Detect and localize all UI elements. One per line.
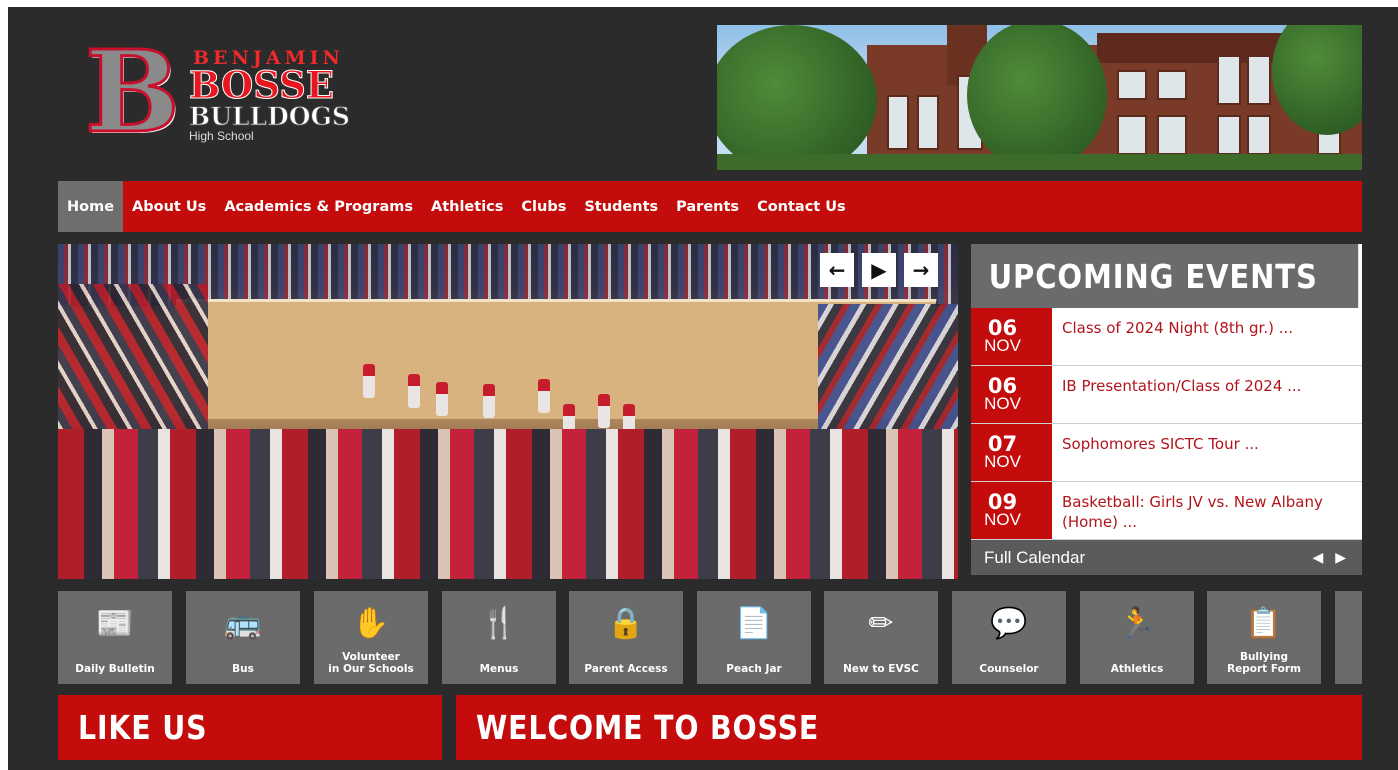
event-date: 06 NOV (971, 308, 1052, 365)
clipboard-icon: 📋 (1245, 606, 1283, 641)
events-next-icon[interactable]: ▶ (1335, 550, 1346, 566)
bus-icon: 🚌 (224, 606, 262, 641)
quick-link-label: Bullying Report Form (1227, 651, 1301, 675)
welcome-title: WELCOME TO BOSSE (476, 708, 820, 747)
slider-controls: ← ▶ → (812, 249, 956, 289)
quick-link-label: Athletics (1110, 663, 1164, 675)
school-logo[interactable]: B BENJAMIN BOSSE BULLDOGS High School (84, 27, 380, 158)
slider-prev-button[interactable]: ← (820, 253, 854, 287)
quick-link-parent-access[interactable]: 🔒 Parent Access (569, 591, 683, 684)
quick-link-new-to-evsc[interactable]: ✏ New to EVSC (824, 591, 938, 684)
quick-link-daily-bulletin[interactable]: 📰 Daily Bulletin (58, 591, 172, 684)
slider-next-button[interactable]: → (904, 253, 938, 287)
nav-parents[interactable]: Parents (667, 181, 748, 232)
quick-link-bus[interactable]: 🚌 Bus (186, 591, 300, 684)
quick-link-label: Bus (232, 663, 254, 675)
like-us-title: LIKE US (78, 708, 208, 747)
event-date: 06 NOV (971, 366, 1052, 423)
logo-subtitle: High School (189, 129, 254, 143)
quick-link-partial[interactable] (1335, 591, 1362, 684)
event-item[interactable]: 06 NOV IB Presentation/Class of 2024 ... (971, 366, 1362, 424)
pencil-ruler-icon: ✏ (868, 606, 894, 641)
event-item[interactable]: 09 NOV Basketball: Girls JV vs. New Alba… (971, 482, 1362, 540)
quick-link-peach-jar[interactable]: 📄 Peach Jar (697, 591, 811, 684)
event-month: NOV (984, 336, 1021, 355)
events-pager: ◀ ▶ (1312, 550, 1362, 566)
nav-contact-us[interactable]: Contact Us (748, 181, 855, 232)
quick-link-label: Daily Bulletin (75, 663, 155, 675)
event-title[interactable]: Class of 2024 Night (8th gr.) ... (1052, 308, 1362, 365)
event-item[interactable]: 06 NOV Class of 2024 Night (8th gr.) ... (971, 308, 1362, 366)
event-title[interactable]: Sophomores SICTC Tour ... (1052, 424, 1362, 481)
newspaper-icon: 📰 (96, 606, 134, 641)
nav-students[interactable]: Students (575, 181, 667, 232)
chat-bubbles-icon: 💬 (990, 606, 1028, 641)
quick-link-bullying-report[interactable]: 📋 Bullying Report Form (1207, 591, 1321, 684)
nav-about-us[interactable]: About Us (123, 181, 215, 232)
quick-link-label: Parent Access (584, 663, 668, 675)
upcoming-events-panel: UPCOMING EVENTS 06 NOV Class of 2024 Nig… (971, 244, 1362, 575)
event-date: 07 NOV (971, 424, 1052, 481)
quick-link-label: New to EVSC (843, 663, 919, 675)
quick-link-menus[interactable]: 🍴 Menus (442, 591, 556, 684)
full-calendar-link[interactable]: Full Calendar (984, 548, 1085, 568)
logo-mascot: BULLDOGS (189, 102, 351, 131)
hand-icon: ✋ (352, 606, 390, 641)
nav-clubs[interactable]: Clubs (512, 181, 575, 232)
like-us-header: LIKE US (58, 695, 442, 760)
event-month: NOV (984, 394, 1021, 413)
event-title[interactable]: IB Presentation/Class of 2024 ... (1052, 366, 1362, 423)
quick-link-label: Counselor (979, 663, 1039, 675)
nav-home[interactable]: Home (58, 181, 124, 232)
slider-play-button[interactable]: ▶ (862, 253, 896, 287)
quick-link-counselor[interactable]: 💬 Counselor (952, 591, 1066, 684)
event-item[interactable]: 07 NOV Sophomores SICTC Tour ... (971, 424, 1362, 482)
events-title: UPCOMING EVENTS (971, 244, 1359, 308)
quick-link-volunteer[interactable]: ✋ Volunteer in Our Schools (314, 591, 428, 684)
logo-letter: B (84, 27, 182, 158)
events-footer: Full Calendar ◀ ▶ (971, 540, 1362, 575)
quick-link-label: Menus (479, 663, 519, 675)
logo-last-name: BOSSE (188, 63, 335, 107)
quick-link-label: Peach Jar (726, 663, 782, 675)
header-building-photo (717, 25, 1362, 170)
nav-athletics[interactable]: Athletics (422, 181, 512, 232)
event-month: NOV (984, 510, 1021, 529)
runner-icon: 🏃 (1118, 606, 1156, 641)
lock-icon: 🔒 (607, 606, 645, 641)
quick-link-label: Volunteer in Our Schools (328, 651, 414, 675)
quick-link-athletics[interactable]: 🏃 Athletics (1080, 591, 1194, 684)
document-icon: 📄 (735, 606, 773, 641)
event-month: NOV (984, 452, 1021, 471)
event-title[interactable]: Basketball: Girls JV vs. New Albany (Hom… (1052, 482, 1362, 539)
fork-knife-icon: 🍴 (480, 606, 518, 641)
nav-academics-programs[interactable]: Academics & Programs (215, 181, 422, 232)
main-nav: Home About Us Academics & Programs Athle… (58, 181, 1362, 232)
hero-slide-image (58, 244, 958, 579)
events-prev-icon[interactable]: ◀ (1312, 550, 1323, 566)
event-date: 09 NOV (971, 482, 1052, 539)
welcome-header: WELCOME TO BOSSE (456, 695, 1362, 760)
